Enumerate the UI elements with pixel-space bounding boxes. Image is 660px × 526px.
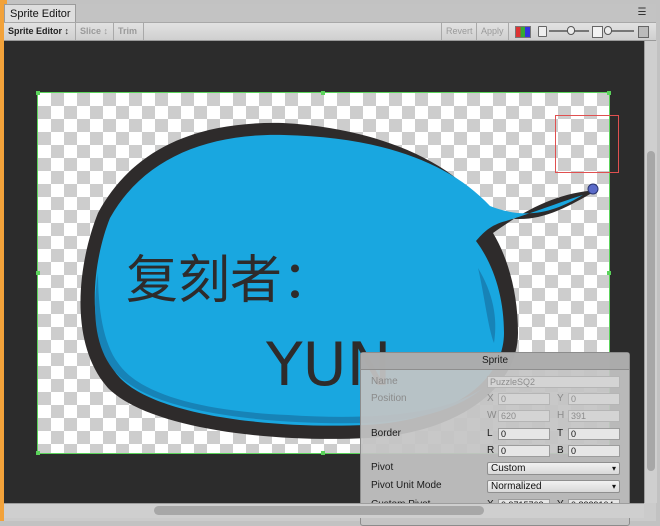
sprite-text-line1: 复刻者：	[126, 251, 334, 311]
color-channel-icon[interactable]	[515, 26, 531, 38]
pivot-unit-mode-value: Normalized	[491, 481, 542, 492]
name-field[interactable]: PuzzleSQ2	[487, 376, 620, 388]
edge-handle-right[interactable]	[607, 271, 611, 275]
t-label: T	[557, 428, 564, 439]
dropdown-arrow-icon: ▾	[611, 464, 616, 473]
w-label: W	[487, 410, 497, 421]
position-x-field[interactable]: 0	[498, 393, 550, 405]
width-field[interactable]: 620	[498, 410, 550, 422]
pivot-value: Custom	[491, 463, 526, 474]
h-label: H	[557, 410, 565, 421]
pivot-handle[interactable]	[587, 183, 599, 195]
border-right-field[interactable]: 0	[498, 445, 550, 457]
horizontal-scroll-thumb[interactable]	[154, 506, 484, 515]
mip-slider-thumb[interactable]	[604, 26, 612, 35]
zoom-slider-thumb[interactable]	[566, 26, 575, 35]
window-tab[interactable]: Sprite Editor	[4, 4, 76, 22]
vertical-scrollbar[interactable]	[644, 41, 657, 503]
horizontal-scrollbar[interactable]	[4, 503, 644, 518]
edge-handle-bottom[interactable]	[321, 451, 325, 455]
zoom-slider[interactable]	[549, 26, 589, 35]
mode-dropdown[interactable]: Sprite Editor ↕	[4, 23, 76, 40]
title-bar: Sprite Editor ☰	[4, 4, 656, 23]
sprite-canvas[interactable]: 复刻者： YUN Sprite Name PuzzleSQ2 Position …	[4, 41, 644, 526]
trim-button[interactable]: Trim	[114, 23, 144, 40]
zoom-out-icon	[538, 26, 547, 37]
border-label: Border	[371, 428, 402, 439]
menu-icon[interactable]: ☰	[636, 7, 648, 19]
b-label: B	[557, 445, 564, 456]
corner-handle-top-right[interactable]	[607, 91, 611, 95]
pivot-unit-mode-label: Pivot Unit Mode	[371, 480, 442, 491]
border-bottom-field[interactable]: 0	[568, 445, 620, 457]
sprite-inspector-panel: Sprite Name PuzzleSQ2 Position X 0 Y 0 W…	[360, 352, 630, 526]
revert-button[interactable]: Revert	[441, 23, 477, 40]
l-label: L	[487, 428, 493, 439]
pivot-dropdown[interactable]: Custom ▾	[487, 462, 620, 475]
edge-handle-left[interactable]	[36, 271, 40, 275]
name-label: Name	[371, 376, 398, 387]
toolbar: Sprite Editor ↕ Slice ↕ Trim Revert Appl…	[4, 23, 656, 41]
panel-title: Sprite	[361, 353, 629, 370]
border-left-field[interactable]: 0	[498, 428, 550, 440]
edge-handle-top[interactable]	[321, 91, 325, 95]
dropdown-arrow-icon: ▾	[611, 482, 616, 491]
mip-level-icon	[592, 26, 603, 38]
corner-handle-bottom-left[interactable]	[36, 451, 40, 455]
vertical-scroll-thumb[interactable]	[647, 151, 655, 471]
border-top-field[interactable]: 0	[568, 428, 620, 440]
r-label: R	[487, 445, 495, 456]
x-label: X	[487, 393, 494, 404]
pivot-label: Pivot	[371, 462, 394, 473]
mip-slider[interactable]	[604, 26, 634, 35]
corner-handle-top-left[interactable]	[36, 91, 40, 95]
position-label: Position	[371, 393, 407, 404]
apply-button[interactable]: Apply	[477, 23, 509, 40]
pivot-unit-mode-dropdown[interactable]: Normalized ▾	[487, 480, 620, 493]
position-y-field[interactable]: 0	[568, 393, 620, 405]
sprite-editor-window: Sprite Editor ☰ Sprite Editor ↕ Slice ↕ …	[4, 4, 657, 526]
y-label: Y	[557, 393, 564, 404]
selection-rect[interactable]	[555, 115, 619, 173]
height-field[interactable]: 391	[568, 410, 620, 422]
mip-max-icon	[638, 26, 649, 38]
slice-dropdown[interactable]: Slice ↕	[76, 23, 114, 40]
